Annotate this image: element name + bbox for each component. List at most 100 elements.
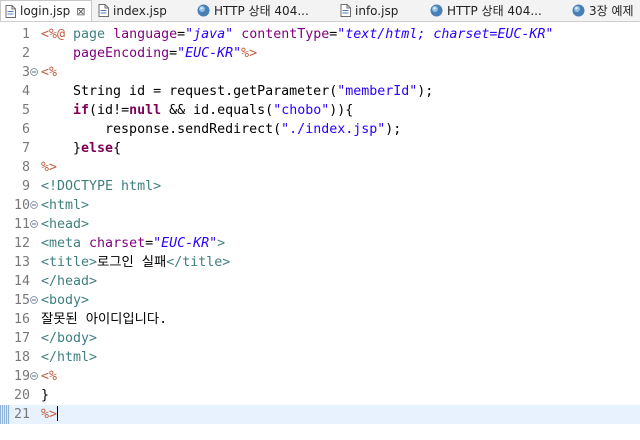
code-text: if(id!=null && id.equals("chobo")){: [41, 101, 353, 120]
tab-label: HTTP 상태 404...: [214, 4, 309, 18]
tab-index-jsp[interactable]: index.jsp: [98, 0, 167, 21]
code-token: );: [385, 122, 402, 137]
line-number: 10: [13, 198, 30, 213]
code-line[interactable]: 15 <body>: [0, 291, 640, 310]
code-token: "text/html; charset=EUC-KR": [337, 27, 554, 42]
code-token: =: [177, 27, 186, 42]
code-text: <head>: [41, 215, 89, 234]
code-text: </html>: [41, 348, 97, 367]
code-line[interactable]: 19 <%: [0, 367, 640, 386]
code-line[interactable]: 20}: [0, 386, 640, 405]
code-token: %>: [241, 46, 258, 61]
code-token: %>: [41, 160, 58, 175]
tab-label: index.jsp: [113, 3, 167, 18]
line-number: 17: [13, 331, 30, 346]
tab-info-jsp[interactable]: info.jsp: [340, 0, 398, 21]
code-text: </head>: [41, 272, 97, 291]
globe-icon: [572, 4, 585, 17]
code-token: )): [329, 103, 346, 118]
code-token: {: [113, 141, 122, 156]
code-text: </body>: [41, 329, 97, 348]
tab-label: login.jsp: [20, 4, 71, 18]
code-line[interactable]: 17 </body>: [0, 329, 640, 348]
code-editor[interactable]: 1 <%@ page language="java" contentType="t…: [0, 22, 640, 440]
line-number: 6: [21, 122, 30, 137]
code-token: =: [145, 236, 154, 251]
fold-collapse-icon[interactable]: [30, 296, 38, 304]
fold-collapse-icon[interactable]: [30, 68, 38, 76]
code-line[interactable]: 13 <title>로그인 실패</title>: [0, 253, 640, 272]
tab-http-404-2[interactable]: HTTP 상태 404...: [430, 0, 542, 21]
globe-icon: [197, 4, 210, 17]
code-line[interactable]: 10 <html>: [0, 196, 640, 215]
code-token: >: [217, 236, 226, 251]
tab-label: 3장 예제: [589, 4, 634, 18]
code-token: if: [73, 103, 90, 118]
code-token: "chobo": [273, 103, 330, 118]
jsp-file-icon: [340, 4, 351, 17]
code-token: null: [129, 103, 162, 118]
code-line[interactable]: 12 <meta charset="EUC-KR">: [0, 234, 640, 253]
code-token: else: [81, 141, 114, 156]
code-line[interactable]: 5 if(id!=null && id.equals("chobo")){: [0, 101, 640, 120]
code-token: <%: [41, 369, 58, 384]
code-text: %>: [41, 158, 57, 177]
code-token: String id = request.getParameter(: [41, 84, 338, 99]
code-line[interactable]: 9 <!DOCTYPE html>: [0, 177, 640, 196]
code-line[interactable]: 21 %>: [0, 405, 640, 424]
code-token: </title>: [166, 255, 231, 270]
code-token: }: [41, 141, 82, 156]
tab-chapter3-example[interactable]: 3장 예제: [572, 0, 634, 21]
fold-collapse-icon[interactable]: [30, 372, 38, 380]
code-token: </body>: [41, 331, 98, 346]
code-text: <%@ page language="java" contentType="te…: [41, 25, 553, 44]
code-token: response.sendRedirect(: [41, 122, 282, 137]
code-line[interactable]: 2 pageEncoding="EUC-KR"%>: [0, 44, 640, 63]
code-text: 잘못된 아이디입니다.: [41, 310, 167, 329]
code-line[interactable]: 4 String id = request.getParameter("memb…: [0, 82, 640, 101]
tab-http-404-1[interactable]: HTTP 상태 404...: [197, 0, 309, 21]
code-line[interactable]: 11 <head>: [0, 215, 640, 234]
line-number: 8: [21, 160, 30, 175]
code-token: );: [417, 84, 434, 99]
code-line[interactable]: 3 <%: [0, 63, 640, 82]
code-token: <%@: [41, 27, 74, 42]
code-token: =: [169, 46, 178, 61]
code-token: "EUC-KR": [177, 46, 242, 61]
code-token: <!DOCTYPE html>: [41, 179, 162, 194]
tab-login-jsp[interactable]: login.jsp ⊠: [0, 0, 92, 21]
line-number: 13: [13, 255, 30, 270]
code-text: }else{: [41, 139, 121, 158]
globe-icon: [430, 4, 443, 17]
line-number: 2: [21, 46, 30, 61]
line-number: 15: [13, 293, 30, 308]
code-token: (id!=: [89, 103, 130, 118]
code-text: <title>로그인 실패</title>: [41, 253, 230, 272]
code-text: <meta charset="EUC-KR">: [41, 234, 225, 253]
code-text: <html>: [41, 196, 89, 215]
code-token: <body>: [41, 293, 90, 308]
code-text: <%: [41, 63, 57, 82]
code-line[interactable]: 16 잘못된 아이디입니다.: [0, 310, 640, 329]
line-number: 9: [21, 179, 30, 194]
line-number: 20: [13, 388, 30, 403]
code-line[interactable]: 18 </html>: [0, 348, 640, 367]
fold-collapse-icon[interactable]: [30, 201, 38, 209]
code-token: <meta: [41, 236, 90, 251]
code-token: "memberId": [337, 84, 418, 99]
code-token: 로그인 실패: [97, 255, 167, 270]
code-line[interactable]: 1 <%@ page language="java" contentType="t…: [0, 25, 640, 44]
code-line[interactable]: 14 </head>: [0, 272, 640, 291]
code-line[interactable]: 6 response.sendRedirect("./index.jsp");: [0, 120, 640, 139]
jsp-file-icon: [5, 4, 16, 18]
text-cursor: [57, 406, 59, 421]
line-number: 11: [13, 217, 30, 232]
line-number: 14: [13, 274, 30, 289]
code-line[interactable]: 7 }else{: [0, 139, 640, 158]
close-tab-icon[interactable]: ⊠: [76, 6, 85, 17]
fold-collapse-icon[interactable]: [30, 220, 38, 228]
code-line[interactable]: 8 %>: [0, 158, 640, 177]
line-number: 19: [13, 369, 30, 384]
